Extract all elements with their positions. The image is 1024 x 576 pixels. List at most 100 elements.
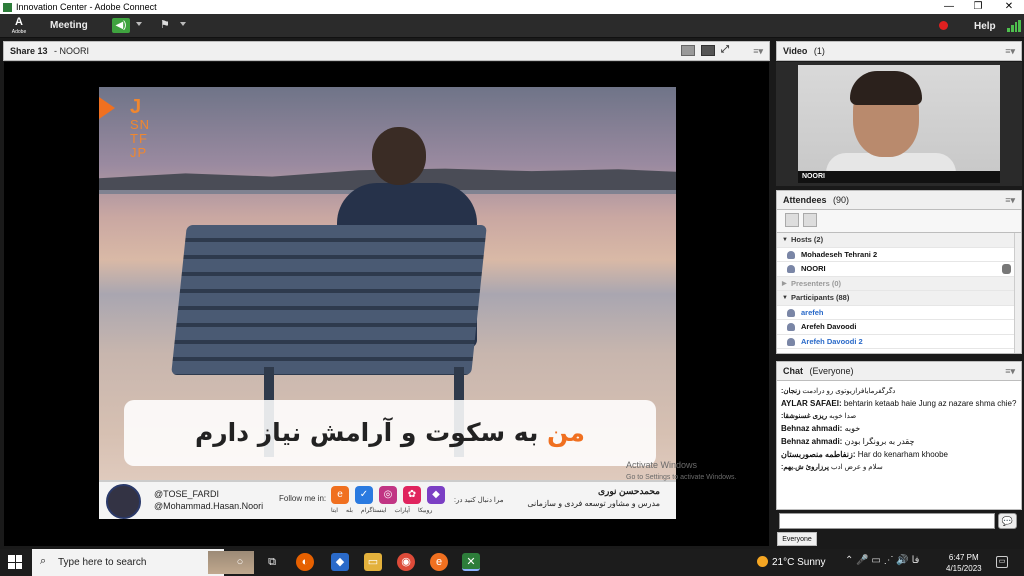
chevron-down-icon[interactable] [180,22,186,26]
taskbar-clock[interactable]: 6:47 PM 4/15/2023 [946,552,982,574]
notification-icon[interactable]: ▭ [996,556,1008,568]
firefox-icon[interactable]: ◐ [296,553,314,571]
file-explorer-icon[interactable]: ▭ [364,553,382,571]
taskbar-search[interactable]: ⌕ Type here to search [32,549,254,576]
adobe-logo-word: Adobe [11,29,27,35]
social-name: ایتا [331,508,338,514]
mbti-letter: TF [130,131,148,146]
app-icon[interactable]: ◆ [331,553,349,571]
attendee-name: Mohadeseh Tehrani 2 [801,249,878,259]
chat-pod-menu[interactable]: ≡▾ [1005,366,1015,377]
attendees-pod-header: Attendees (90) ≡▾ [776,190,1022,210]
participants-label: Participants (88) [791,293,850,302]
windows-start-icon[interactable] [8,555,22,569]
task-view-icon[interactable]: ⧉ [263,553,281,571]
eitaa-icon: e [331,486,349,504]
collapse-icon: ▶ [782,280,787,287]
expand-icon: ▼ [782,295,788,301]
weather-widget[interactable]: 21°C Sunny [757,556,825,568]
chrome-icon[interactable]: ◉ [397,553,415,571]
chat-message: زنفاطمه منصوربستان: Har do kenarham khoo… [781,450,1017,459]
layout-icon[interactable] [681,45,695,56]
attendee-row[interactable]: Arefeh Davoodi 2 [777,335,1021,349]
list-view-icon[interactable] [785,213,799,227]
social-name: اینستاگرام [360,508,387,514]
chat-sender: پرزاروئ ش.یهم: [781,464,829,471]
chat-text: Har do kenarham khoobe [857,450,948,459]
rubika-icon: ◆ [427,486,445,504]
attendee-name: Arefeh Davoodi 2 [801,336,863,346]
video-pod-count: (1) [813,46,825,56]
chat-messages: دگرگفرمایافرازیوتوی رو درادمت زنجان: AYL… [776,380,1022,510]
search-placeholder: Type here to search [58,557,147,568]
chat-scope: (Everyone) [809,366,854,376]
handle-telegram: @TOSE_FARDI [154,489,219,499]
cortana-icon[interactable]: ○ [231,553,249,571]
chat-message: دگرگفرمایافرازیوتوی رو درادمت زنجان: [781,387,1017,395]
share-pod-presenter: - NOORI [54,46,90,56]
webcam-feed[interactable]: NOORI [798,65,1000,183]
social-name: بله [345,508,353,514]
chat-send-button[interactable]: 💬 [998,513,1017,529]
attendees-list: ▼ Hosts (2) Mohadeseh Tehrani 2 NOORI ▶ Pr… [776,232,1022,354]
system-tray[interactable]: ⌃ 🎤 ▭ ⋰ 🔊 فا [845,555,919,566]
chevron-down-icon[interactable] [136,22,142,26]
slide-arrow-badge [99,97,115,119]
aparat-icon: ✿ [403,486,421,504]
slide-bench [171,225,487,375]
social-name: آپارات [394,508,410,514]
share-pod-menu[interactable]: ≡▾ [753,46,763,57]
attendees-count: (90) [833,195,850,205]
participants-section[interactable]: ▼ Participants (88) [777,291,1021,306]
help-menu[interactable]: Help [974,21,996,32]
chat-input[interactable] [779,513,995,529]
webcam-person-hair [850,71,922,105]
follow-label-fa: مرا دنبال کنید در: [454,497,504,504]
follow-label: Follow me in: [279,494,327,503]
minimize-button[interactable]: — [934,0,964,14]
chat-sender: Behnaz ahmadi: [781,437,843,446]
adobe-connect-taskbar-icon[interactable]: ✕ [462,553,480,571]
speaker-icon[interactable]: ◀) [112,18,130,33]
chat-sender: زنفاطمه منصوربستان: [781,450,856,459]
meeting-menu[interactable]: Meeting [50,20,88,31]
attendee-row[interactable]: Mohadeseh Tehrani 2 [777,248,1021,262]
close-button[interactable]: ✕ [994,0,1024,14]
maximize-button[interactable]: ❐ [963,0,993,14]
chat-text: چقدر به برونگرا بودن [844,437,915,446]
social-names: ایتا بله اینستاگرام آپارات روبیکا [331,507,432,514]
clock-date: 4/15/2023 [946,564,982,573]
hosts-section[interactable]: ▼ Hosts (2) [777,233,1021,248]
chat-tab-everyone[interactable]: Everyone [777,532,817,546]
fullscreen-icon[interactable]: ⤢ [721,44,729,55]
window-titlebar: Innovation Center - Adobe Connect — ❐ ✕ [0,0,1024,14]
shared-slide: J SN TF JP من به سکوت و آرامش نیاز دارم … [99,87,676,519]
webcam-label: NOORI [798,171,1000,183]
chat-message: صدا خوبه ریزی غسنوشقا: [781,412,1017,420]
fit-width-icon[interactable] [701,45,715,56]
attendee-name: Arefeh Davoodi [801,322,857,331]
video-pod-menu[interactable]: ≡▾ [1005,46,1015,57]
attendee-name: arefeh [801,307,824,317]
attendees-pod-title: Attendees [783,195,827,205]
attendee-name: NOORI [801,264,826,273]
attendee-row[interactable]: arefeh [777,306,1021,320]
instagram-icon: ◎ [379,486,397,504]
teacher-title: مدرس و مشاور توسعه فردی و سازمانی [527,499,660,508]
attendee-row[interactable]: Arefeh Davoodi [777,320,1021,335]
attendees-pod-menu[interactable]: ≡▾ [1005,195,1015,206]
attendees-scrollbar[interactable] [1014,233,1021,353]
presenters-label: Presenters (0) [791,278,842,288]
chat-text: خوبه [844,424,861,433]
slide-man-head [372,127,426,185]
recording-indicator[interactable] [939,21,948,30]
status-view-icon[interactable] [803,213,817,227]
host-icon [787,250,795,259]
eitaa-icon[interactable]: e [430,553,448,571]
camera-icon[interactable]: ⚑ [160,19,174,32]
chat-sender: AYLAR SAFAEI: [781,399,842,408]
app-menubar: A Adobe Meeting ◀) ⚑ Help [0,14,1024,38]
presenters-section[interactable]: ▶ Presenters (0) [777,276,1021,291]
attendee-row[interactable]: NOORI [777,262,1021,277]
chat-sender: Behnaz ahmadi: [781,424,843,433]
